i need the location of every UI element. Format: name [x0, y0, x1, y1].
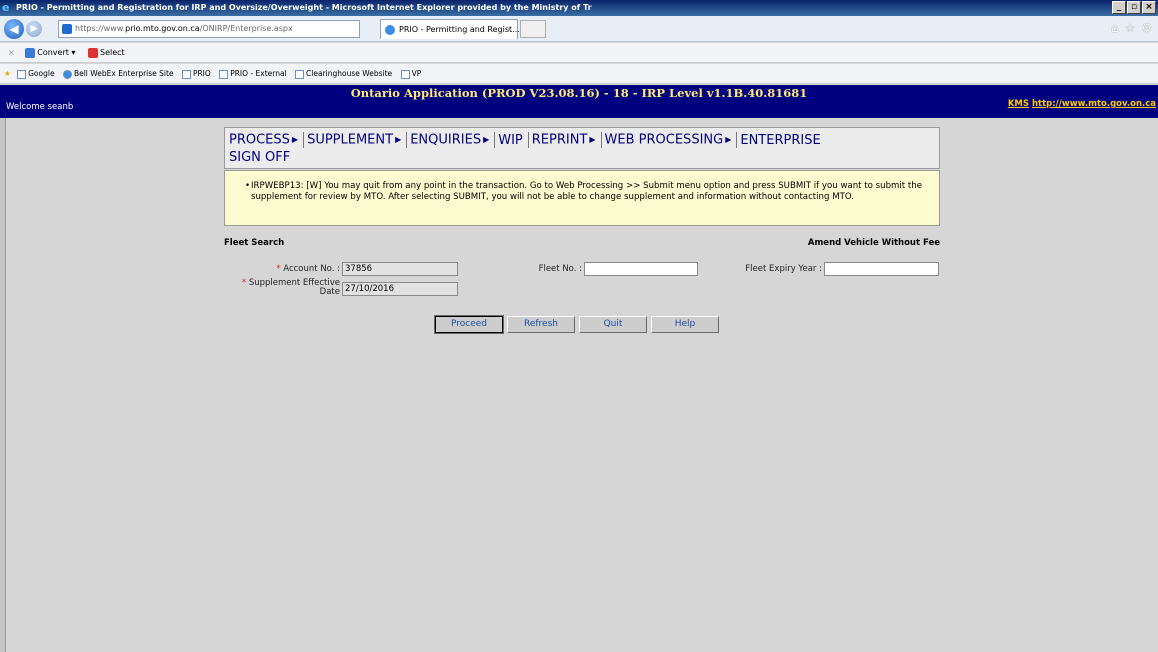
- favorite-link[interactable]: PRIO: [181, 69, 211, 79]
- favorites-star-icon[interactable]: ☆: [1124, 21, 1135, 35]
- menu-separator: [736, 132, 738, 148]
- welcome-text: Welcome seanb: [6, 102, 74, 112]
- fleet-expiry-year-label: Fleet Expiry Year :: [745, 264, 822, 274]
- forward-arrow-icon[interactable]: ▶: [26, 21, 42, 37]
- window-titlebar: e PRIO - Permitting and Registration for…: [0, 0, 1158, 16]
- menu-separator: [406, 132, 408, 148]
- address-bar[interactable]: https://www.prio.mto.gov.on.ca/ONIRP/Ent…: [58, 20, 360, 38]
- close-toolbar-icon[interactable]: ×: [8, 48, 15, 57]
- favorite-page-icon: [181, 69, 191, 79]
- fleet-no-label: Fleet No. :: [538, 264, 582, 274]
- browser-tab[interactable]: PRIO - Permitting and Regist... ×: [380, 19, 520, 40]
- select-button[interactable]: Select: [88, 47, 125, 58]
- favorite-page-icon: [400, 69, 410, 79]
- submenu-arrow-icon: ▶: [589, 135, 596, 144]
- action-title: Amend Vehicle Without Fee: [807, 238, 940, 248]
- menu-wip[interactable]: WIP: [498, 132, 525, 150]
- quit-button[interactable]: Quit: [579, 316, 647, 333]
- proceed-button[interactable]: Proceed: [434, 315, 504, 334]
- favorites-bar: ★ Google Bell WebEx Enterprise Site PRIO…: [0, 64, 1158, 84]
- favorite-page-icon: [219, 69, 229, 79]
- favorite-page-icon: [17, 69, 27, 79]
- submenu-arrow-icon: ▶: [483, 135, 490, 144]
- favorites-star-icon[interactable]: ★: [4, 69, 11, 78]
- favorite-link[interactable]: Google: [17, 69, 55, 79]
- menu-separator: [527, 132, 529, 148]
- tab-close-icon[interactable]: ×: [506, 20, 513, 40]
- supp-eff-date-field[interactable]: 27/10/2016: [342, 282, 458, 296]
- menu-supplement[interactable]: SUPPLEMENT ▶: [307, 131, 403, 150]
- browser-right-icons: ⌂ ☆ ⚙: [1111, 21, 1152, 35]
- submenu-arrow-icon: ▶: [291, 135, 299, 144]
- required-marker: *: [241, 278, 247, 288]
- required-marker: *: [276, 264, 281, 274]
- main-menu: PROCESS ▶ SUPPLEMENT ▶ ENQUIRIES ▶ WIP REPRINT ▶…: [224, 127, 940, 169]
- menu-row-2: SIGN OFF: [229, 149, 292, 167]
- home-icon[interactable]: ⌂: [1111, 21, 1119, 35]
- address-toolbar: ◀ ▶ https://www.prio.mto.gov.on.ca/ONIRP…: [0, 16, 1158, 42]
- menu-sign-off[interactable]: SIGN OFF: [229, 149, 292, 167]
- new-tab-button[interactable]: [520, 20, 546, 38]
- close-button[interactable]: ×: [1142, 1, 1156, 14]
- favorite-link[interactable]: Clearinghouse Website: [295, 69, 392, 79]
- gear-icon[interactable]: ⚙: [1141, 21, 1152, 35]
- command-bar: × Convert ▾ Select: [0, 43, 1158, 63]
- menu-separator: [494, 132, 496, 148]
- warning-message-text: IRPWEBP13: [W] You may quit from any poi…: [251, 181, 922, 202]
- page-favicon-icon: [62, 24, 72, 34]
- help-button[interactable]: Help: [651, 316, 719, 333]
- favorite-link[interactable]: PRIO - External: [219, 69, 287, 79]
- menu-enquiries[interactable]: ENQUIRIES ▶: [410, 131, 491, 150]
- convert-icon: [25, 47, 36, 58]
- tab-favicon-icon: [385, 25, 395, 35]
- back-arrow-icon[interactable]: ◀: [4, 19, 24, 39]
- menu-row-1: PROCESS ▶ SUPPLEMENT ▶ ENQUIRIES ▶ WIP REPRINT ▶…: [229, 131, 823, 149]
- ie-logo-icon: e: [2, 1, 10, 14]
- section-title: Fleet Search: [224, 238, 285, 248]
- left-edge-strip: [0, 118, 6, 652]
- convert-button[interactable]: Convert ▾: [25, 47, 75, 58]
- menu-separator: [600, 132, 602, 148]
- fleet-no-input[interactable]: [584, 262, 698, 276]
- favorite-link[interactable]: Bell WebEx Enterprise Site: [62, 69, 174, 79]
- minimize-button[interactable]: _: [1112, 1, 1126, 14]
- restore-button[interactable]: ▫: [1127, 1, 1141, 14]
- mto-link[interactable]: http://www.mto.gov.on.ca: [1032, 99, 1156, 109]
- favorite-page-icon: [295, 69, 305, 79]
- select-icon: [88, 47, 98, 58]
- warning-message: • IRPWEBP13: [W] You may quit from any p…: [224, 170, 940, 226]
- app-title: Ontario Application (PROD V23.08.16) - 1…: [350, 86, 808, 100]
- account-no-field[interactable]: 37856: [342, 262, 458, 276]
- submenu-arrow-icon: ▶: [395, 135, 402, 144]
- fleet-expiry-year-input[interactable]: [824, 262, 939, 276]
- webex-icon: [62, 69, 72, 79]
- bullet-icon: •: [245, 181, 251, 191]
- kms-link[interactable]: KMS: [1008, 99, 1029, 109]
- window-title: PRIO - Permitting and Registration for I…: [16, 3, 592, 12]
- menu-enterprise[interactable]: ENTERPRISE: [740, 132, 822, 150]
- submenu-arrow-icon: ▶: [725, 135, 732, 144]
- action-buttons: Proceed Refresh Quit Help: [434, 315, 719, 334]
- menu-process[interactable]: PROCESS ▶: [229, 131, 300, 150]
- kms-link-group: KMS http://www.mto.gov.on.ca: [1008, 99, 1156, 109]
- menu-web-processing[interactable]: WEB PROCESSING ▶: [605, 131, 734, 150]
- page-header: Ontario Application (PROD V23.08.16) - 1…: [0, 85, 1158, 118]
- menu-separator: [303, 132, 305, 148]
- window-controls: _ ▫ ×: [1112, 1, 1156, 14]
- supp-eff-date-label: * Supplement Effective Date: [241, 278, 340, 297]
- menu-reprint[interactable]: REPRINT ▶: [532, 131, 598, 150]
- account-no-label: * Account No. :: [276, 264, 340, 274]
- favorite-link[interactable]: VP: [400, 69, 421, 79]
- refresh-button[interactable]: Refresh: [507, 316, 575, 333]
